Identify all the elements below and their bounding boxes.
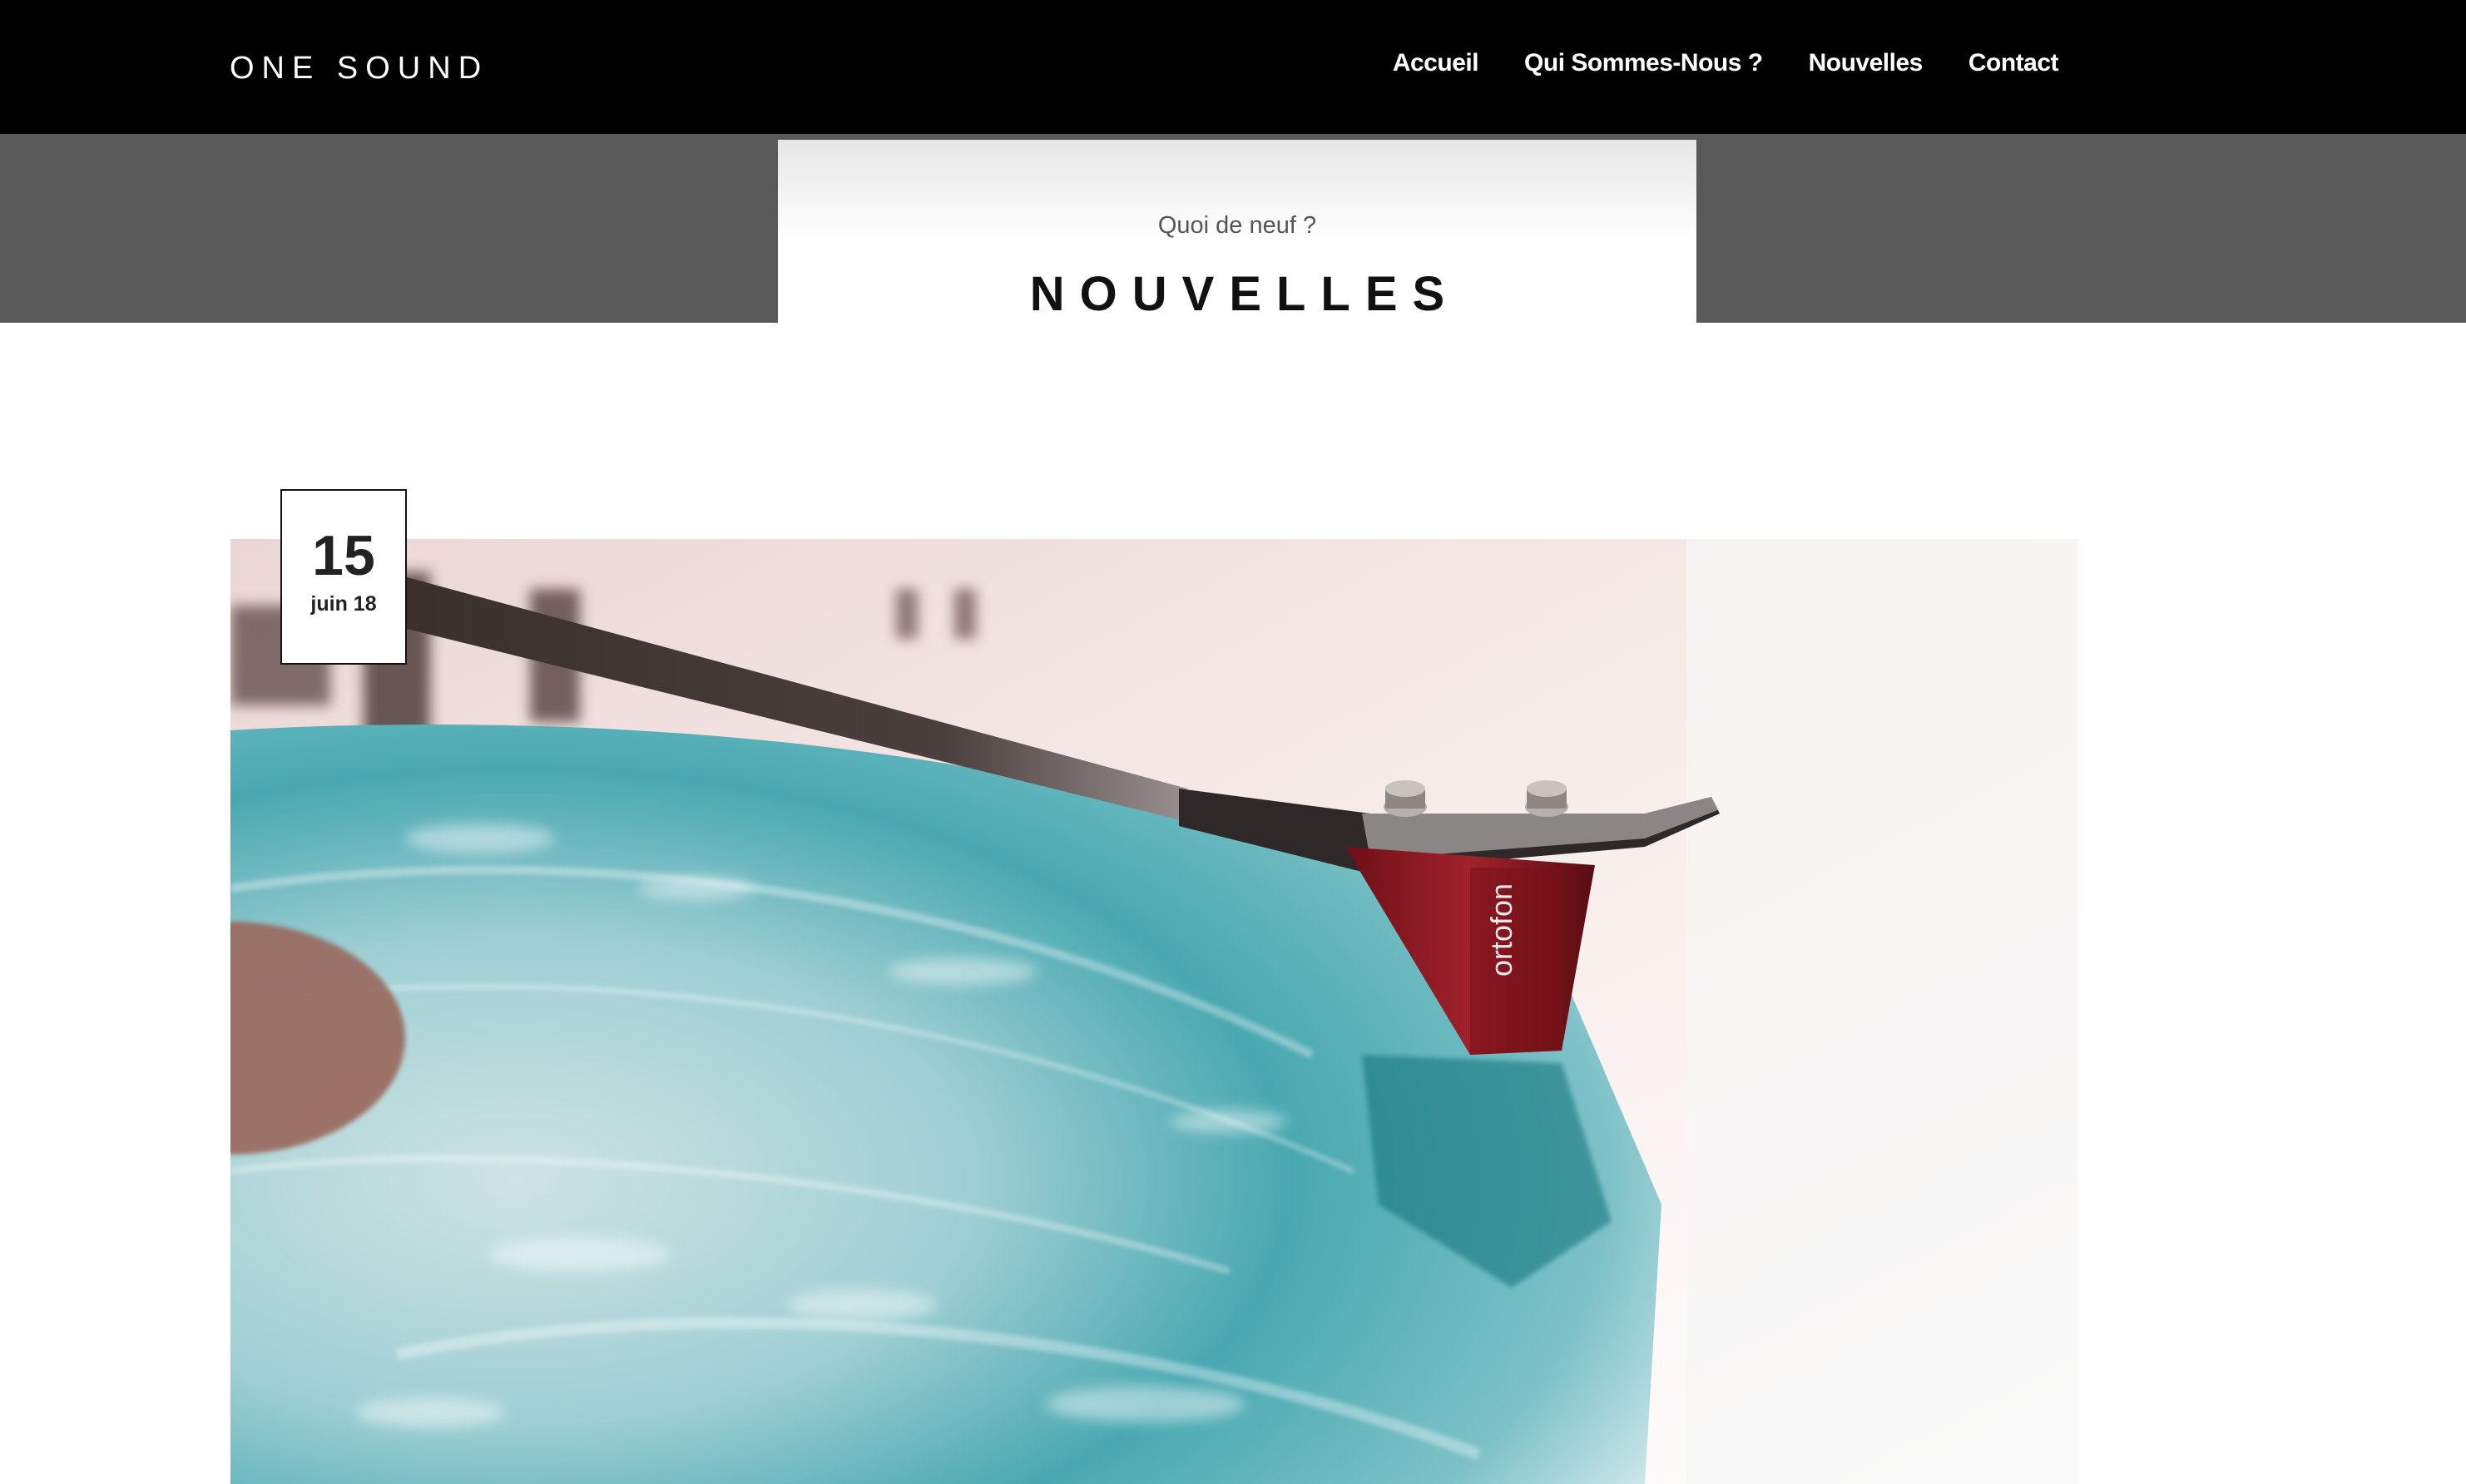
page: ONE SOUND Accueil Qui Sommes-Nous ? Nouv… (0, 0, 2466, 1484)
post-date-month: juin 18 (310, 592, 377, 616)
post-date-day: 15 (312, 524, 375, 587)
top-navbar: ONE SOUND Accueil Qui Sommes-Nous ? Nouv… (0, 0, 2466, 134)
nav-link-accueil[interactable]: Accueil (1393, 47, 1479, 80)
cartridge-brand-text: ortofon (1484, 883, 1518, 977)
page-title: NOUVELLES (1029, 267, 1460, 321)
post-featured-image[interactable]: ortofon (230, 539, 2077, 1484)
page-subtitle: Quoi de neuf ? (1157, 212, 1317, 239)
nav-link-contact[interactable]: Contact (1968, 47, 2059, 80)
post-date-badge: 15 juin 18 (280, 489, 407, 665)
turntable-photo: ortofon (230, 539, 2077, 1484)
site-logo[interactable]: ONE SOUND (230, 48, 488, 88)
nav-link-qui-sommes-nous[interactable]: Qui Sommes-Nous ? (1524, 47, 1763, 80)
main-nav: Accueil Qui Sommes-Nous ? Nouvelles Cont… (1393, 47, 2059, 80)
page-title-card: Quoi de neuf ? NOUVELLES (778, 140, 1696, 323)
nav-link-nouvelles[interactable]: Nouvelles (1809, 47, 1924, 80)
